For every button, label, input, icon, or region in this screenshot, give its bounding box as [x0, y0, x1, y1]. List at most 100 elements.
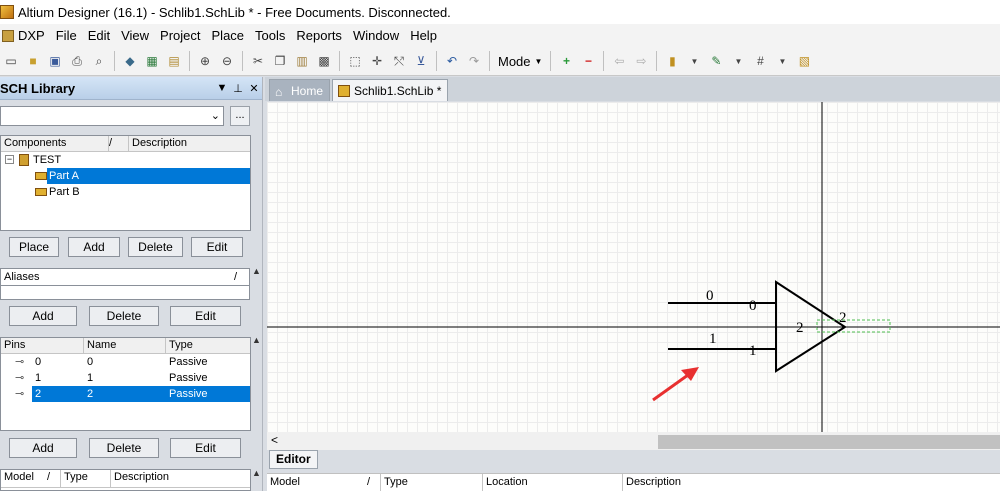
rubber-stamp-icon[interactable]: ▩ [315, 52, 333, 70]
editor-description-column[interactable]: Description [623, 474, 1000, 491]
delete-component-button[interactable]: Delete [128, 237, 183, 257]
editor-model-column[interactable]: Model / [267, 474, 381, 491]
grid-icon[interactable]: # [751, 52, 769, 70]
menu-help[interactable]: Help [404, 28, 442, 43]
save-icon[interactable]: ▣ [46, 52, 64, 70]
pins-column[interactable]: Pins [1, 338, 84, 353]
tab-editor[interactable]: Editor [269, 450, 318, 469]
previous-part-icon[interactable]: ⇦ [610, 52, 628, 70]
close-icon[interactable]: ✕ [246, 82, 262, 95]
pin-icon[interactable]: ⊥ [230, 82, 246, 95]
zoom-in-icon[interactable]: ⊕ [196, 52, 214, 70]
add-alias-button[interactable]: Add [9, 306, 77, 326]
toolbar-separator [436, 51, 437, 71]
pin-row[interactable]: ⊸ 0 0 Passive [1, 354, 250, 370]
schlib-document-icon [338, 84, 351, 97]
paste-icon[interactable]: ▥ [293, 52, 311, 70]
model-grid: Model / Type Description [0, 469, 251, 491]
editor-type-column[interactable]: Type [381, 474, 483, 491]
menu-tools[interactable]: Tools [249, 28, 290, 43]
menu-project[interactable]: Project [154, 28, 205, 43]
add-component-button[interactable]: Add [68, 237, 120, 257]
cut-icon[interactable]: ✂ [249, 52, 267, 70]
tab-home[interactable]: ⌂ Home [269, 79, 331, 101]
select-area-icon[interactable]: ⬚ [346, 52, 364, 70]
zoom-out-icon[interactable]: ⊖ [218, 52, 236, 70]
pin-row[interactable]: ⊸ 1 1 Passive [1, 370, 250, 386]
panel-menu-icon[interactable]: ▼ [214, 82, 230, 94]
menu-bar: DXP File Edit View Project Place Tools R… [0, 24, 1000, 47]
mode-dropdown[interactable]: Mode ▼ [494, 54, 546, 69]
toolbar-separator [550, 51, 552, 71]
tree-item-test[interactable]: − TEST [1, 152, 250, 168]
name-column[interactable]: Name [84, 338, 166, 353]
dxp-icon [2, 29, 14, 42]
edit-component-button[interactable]: Edit [191, 237, 243, 257]
menu-reports[interactable]: Reports [290, 28, 347, 43]
delete-alias-button[interactable]: Delete [89, 306, 159, 326]
window-title: Altium Designer (16.1) - Schlib1.SchLib … [18, 4, 451, 20]
menu-edit[interactable]: Edit [82, 28, 115, 43]
library-filter-combo[interactable]: ⌄ [0, 106, 224, 126]
pin-2-selection[interactable] [816, 319, 891, 333]
menu-dxp[interactable]: DXP [0, 28, 50, 43]
model-description-column[interactable]: Description [111, 470, 250, 487]
component-icon[interactable]: ◆ [121, 52, 139, 70]
remove-part-icon[interactable]: − [579, 52, 597, 70]
clear-filter-icon[interactable]: ⊻ [412, 52, 430, 70]
pins-grid: Pins Name Type ⊸ 0 0 Passive ⊸ 1 1 Passi… [0, 337, 251, 431]
menu-place[interactable]: Place [206, 28, 250, 43]
scroll-left-icon[interactable]: < [271, 433, 278, 447]
new-document-icon[interactable]: ▭ [2, 52, 20, 70]
pin-row-selected[interactable]: ⊸ 2 2 Passive [1, 386, 250, 402]
browse-button[interactable]: ... [230, 106, 250, 126]
scroll-up-icon[interactable]: ▲ [251, 335, 262, 345]
menu-view[interactable]: View [115, 28, 154, 43]
type-column[interactable]: Type [166, 338, 250, 353]
print-preview-icon[interactable]: ⌕ [90, 52, 108, 70]
copy-icon[interactable]: ❐ [271, 52, 289, 70]
open-folder-icon[interactable]: ■ [24, 52, 42, 70]
print-icon[interactable]: ⎙ [68, 52, 86, 70]
horizontal-scrollbar[interactable]: < [267, 432, 1000, 450]
components-header: Components / Description [1, 136, 250, 152]
chevron-down-icon[interactable]: ▼ [685, 52, 703, 70]
redo-icon[interactable]: ↷ [465, 52, 483, 70]
chevron-down-icon: ▼ [534, 56, 543, 66]
collapse-icon[interactable]: − [5, 155, 14, 164]
scrollbar-thumb[interactable] [658, 435, 1000, 449]
board-icon[interactable]: ▦ [143, 52, 161, 70]
model-column[interactable]: Model / [1, 470, 61, 487]
delete-pin-button[interactable]: Delete [89, 438, 159, 458]
move-icon[interactable]: ✛ [368, 52, 386, 70]
next-part-icon[interactable]: ⇨ [632, 52, 650, 70]
scroll-up-icon[interactable]: ▲ [251, 468, 262, 478]
drawing-tools-icon[interactable]: ✎ [707, 52, 725, 70]
description-column[interactable]: Description [129, 136, 250, 151]
components-grid: Components / Description − TEST Part A Pa… [0, 135, 251, 231]
add-pin-button[interactable]: Add [9, 438, 77, 458]
component-library-icon[interactable]: ▧ [795, 52, 813, 70]
editor-location-column[interactable]: Location [483, 474, 623, 491]
edit-pin-button[interactable]: Edit [170, 438, 241, 458]
edit-alias-button[interactable]: Edit [170, 306, 241, 326]
scroll-up-icon[interactable]: ▲ [251, 266, 262, 276]
components-column[interactable]: Components / [1, 136, 112, 151]
tree-item-part-b[interactable]: Part B [1, 184, 250, 200]
deselect-icon[interactable]: ⤲ [390, 52, 408, 70]
model-type-column[interactable]: Type [61, 470, 111, 487]
schematic-canvas[interactable]: 0 0 1 1 2 2 [267, 102, 1000, 432]
ic-component-icon[interactable]: ▮ [663, 52, 681, 70]
chevron-down-icon[interactable]: ▼ [729, 52, 747, 70]
library-icon[interactable]: ▤ [165, 52, 183, 70]
tab-schlib[interactable]: Schlib1.SchLib * [332, 79, 449, 101]
menu-file[interactable]: File [50, 28, 82, 43]
place-button[interactable]: Place [9, 237, 59, 257]
add-part-icon[interactable]: + [557, 52, 575, 70]
tree-item-part-a[interactable]: Part A [1, 168, 250, 184]
schematic-drawing: 0 0 1 1 2 2 [267, 102, 1000, 432]
editor-tab-row: Editor [267, 450, 1000, 470]
undo-icon[interactable]: ↶ [443, 52, 461, 70]
menu-window[interactable]: Window [347, 28, 404, 43]
chevron-down-icon[interactable]: ▼ [773, 52, 791, 70]
